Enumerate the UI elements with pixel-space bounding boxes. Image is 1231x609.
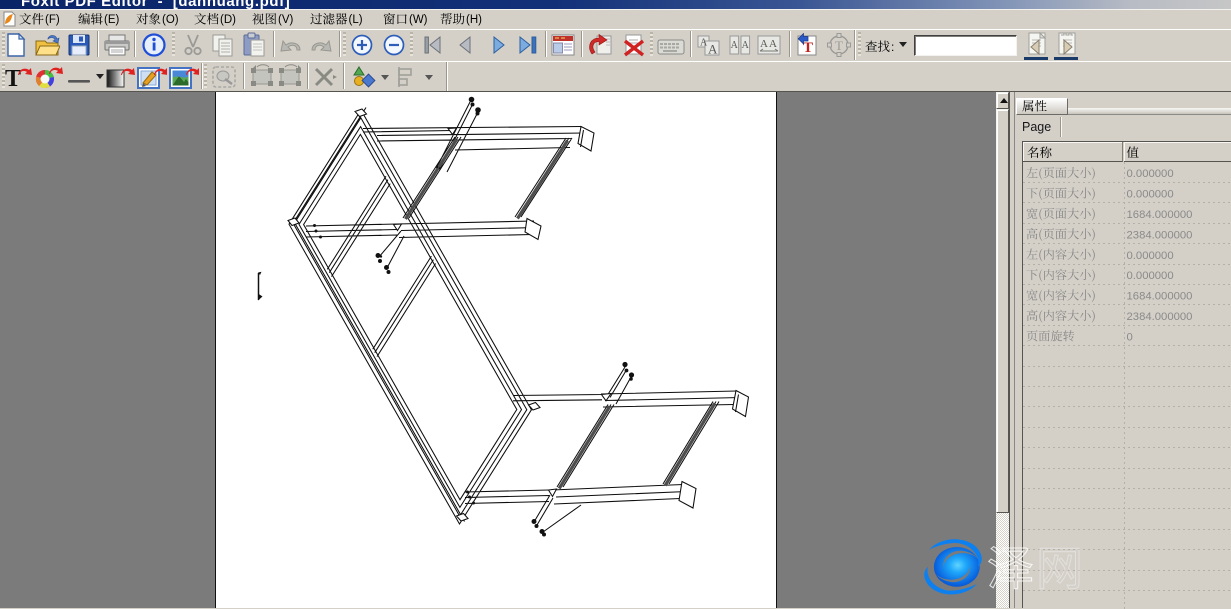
svg-text:0.000000: 0.000000: [1127, 270, 1174, 282]
svg-text:1684.000000: 1684.000000: [1127, 209, 1193, 221]
svg-text:(L): (L): [349, 14, 363, 26]
svg-text:(F): (F): [45, 14, 60, 26]
svg-text:0: 0: [1127, 331, 1133, 343]
svg-text:(W): (W): [409, 14, 428, 26]
svg-text:(H): (H): [466, 14, 482, 26]
svg-text::: :: [891, 40, 894, 54]
svg-text:(E): (E): [104, 14, 120, 26]
svg-text:0.000000: 0.000000: [1127, 250, 1174, 262]
svg-text:2384.000000: 2384.000000: [1127, 229, 1193, 241]
svg-text:(D): (D): [220, 14, 236, 26]
svg-text:Page: Page: [1022, 120, 1051, 134]
svg-text:1684.000000: 1684.000000: [1127, 291, 1193, 303]
svg-text:0.000000: 0.000000: [1127, 189, 1174, 201]
svg-text:0.000000: 0.000000: [1127, 168, 1174, 180]
svg-text:(O): (O): [162, 14, 179, 26]
svg-text:(V): (V): [278, 14, 294, 26]
svg-text:2384.000000: 2384.000000: [1127, 311, 1193, 323]
